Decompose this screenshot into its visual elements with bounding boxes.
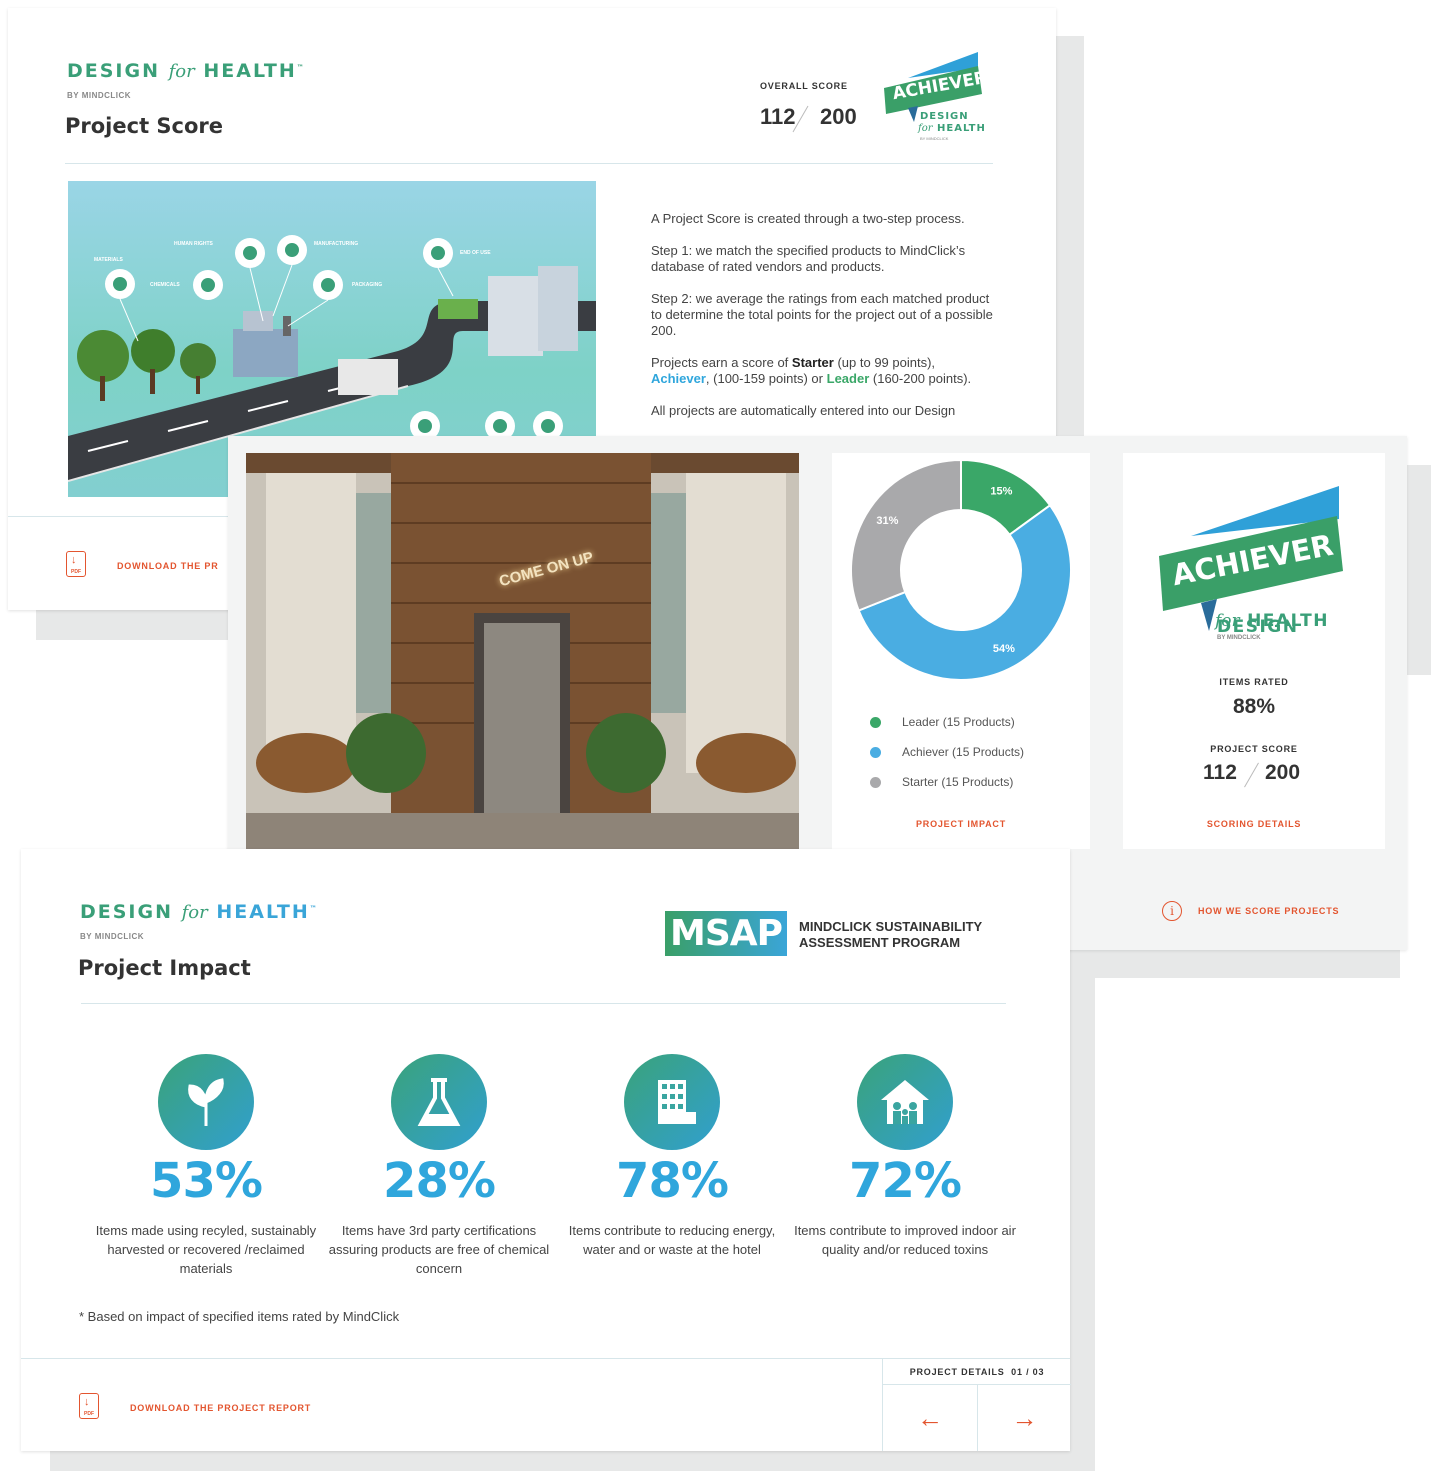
next-arrow-button[interactable]: → [978,1385,1071,1451]
items-rated-label: ITEMS RATED [1219,677,1289,687]
tiers-text: Projects earn a score of Starter (up to … [651,355,972,386]
label-manufacturing: MANUFACTURING [314,241,359,247]
cut-text: All projects are automatically entered i… [651,403,956,418]
badge-for-health: for HEALTH [1215,611,1329,631]
pdf-download-icon: ↓ [79,1393,99,1419]
intro-text: A Project Score is created through a two… [651,211,965,226]
scoring-details-link[interactable]: SCORING DETAILS [1123,819,1385,829]
donut-label-leader: 15% [990,486,1012,498]
donut-chart-card: 15% 54% 31% Leader (15 Products) Achiever (… [832,453,1090,849]
donut-label-achiever: 54% [993,643,1015,655]
page-title: Project Score [65,114,224,138]
legend-label-leader: Leader (15 Products) [902,715,1015,729]
family-home-icon-badge [857,1054,953,1150]
stat-air-desc: Items contribute to improved indoor air … [794,1223,1016,1257]
msap-logo: MSAP [665,911,787,956]
flask-icon [417,1078,461,1126]
plant-icon [188,1078,224,1126]
project-score-label: PROJECT SCORE [1210,744,1298,754]
how-we-score-link[interactable]: i HOW WE SCORE PROJECTS [1162,901,1362,925]
stat-chemical-desc: Items have 3rd party certifications assu… [328,1223,550,1276]
project-score-value: 112 [1203,761,1237,784]
achiever-badge-small: ACHIEVER DESIGN for HEALTH BY MINDCLICK [878,48,998,148]
label-end-of-use: END OF USE [460,250,491,256]
step1-text: Step 1: we match the specified products … [651,243,966,274]
dfh-logo: DESIGN for HEALTH™ [67,60,306,82]
logo-byline: BY MINDCLICK [80,932,145,941]
badge-byline: BY MINDCLICK [1217,635,1261,641]
lobby-photo-graphic [246,453,799,849]
donut-label-starter: 31% [876,515,898,527]
project-details-label: PROJECT DETAILS 01 / 03 [909,1367,1045,1377]
overall-score-label: OVERALL SCORE [760,81,848,91]
score-divider [1244,762,1259,788]
stat-recycled-desc: Items made using recyled, sustainably ha… [95,1223,317,1276]
donut-chart: 15% 54% 31% [850,458,1072,681]
prev-arrow-button[interactable]: ← [883,1385,977,1451]
header-divider [65,163,993,164]
download-label: DOWNLOAD THE PROJECT REPORT [130,1403,312,1413]
legend-dot-leader [870,717,881,728]
project-details-pager: PROJECT DETAILS 01 / 03 ← → [882,1358,1071,1451]
label-human-rights: HUMAN RIGHTS [174,241,213,247]
msap-title: MINDCLICK SUSTAINABILITY ASSESSMENT PROG… [799,919,983,950]
footnote: * Based on impact of specified items rat… [79,1309,400,1324]
score-explanation: A Project Score is created through a two… [651,211,996,435]
donut-slice-starter [850,458,962,612]
stat-energy-desc: Items contribute to reducing energy, wat… [568,1223,776,1257]
legend-dot-achiever [870,747,881,758]
project-impact-page: DESIGN for HEALTH™ BY MINDCLICK Project … [21,849,1071,1451]
stat-energy-pct: 78% [616,1153,729,1209]
header-divider [81,1003,1006,1004]
building-icon-badge [624,1054,720,1150]
label-materials: MATERIALS [94,257,123,263]
how-we-score-label: HOW WE SCORE PROJECTS [1198,906,1340,916]
stat-chemical-pct: 28% [383,1153,496,1209]
overall-score-value: 112 [760,104,796,129]
download-label: DOWNLOAD THE PR [117,561,219,571]
stat-air-pct: 72% [849,1153,962,1209]
page-title: Project Impact [78,956,251,980]
label-packaging: PACKAGING [352,282,383,288]
legend-label-achiever: Achiever (15 Products) [902,745,1025,759]
pdf-download-icon: ↓ [66,551,86,577]
family-home-icon [881,1080,929,1124]
logo-byline: BY MINDCLICK [67,91,132,100]
plant-icon-badge [158,1054,254,1150]
legend-dot-starter [870,777,881,788]
legend-label-starter: Starter (15 Products) [902,775,1014,789]
project-impact-link[interactable]: PROJECT IMPACT [832,819,1090,829]
download-report-link[interactable]: ↓ DOWNLOAD THE PROJECT REPORT [79,1393,359,1423]
items-rated-value: 88% [1232,695,1276,718]
overall-score-max: 200 [820,104,857,129]
building-icon [658,1080,696,1124]
hotel-lobby-photo: COME ON UP [246,453,799,849]
project-score-max: 200 [1265,761,1301,784]
info-icon: i [1162,901,1182,921]
step2-text: Step 2: we average the ratings from each… [651,291,993,338]
label-chemicals: CHEMICALS [150,282,180,288]
score-summary-card: ACHIEVER DESIGN for HEALTH BY MINDCLICK … [1123,453,1385,849]
stat-recycled-pct: 53% [150,1153,263,1209]
flask-icon-badge [391,1054,487,1150]
dfh-logo: DESIGN for HEALTH™ [80,901,319,923]
